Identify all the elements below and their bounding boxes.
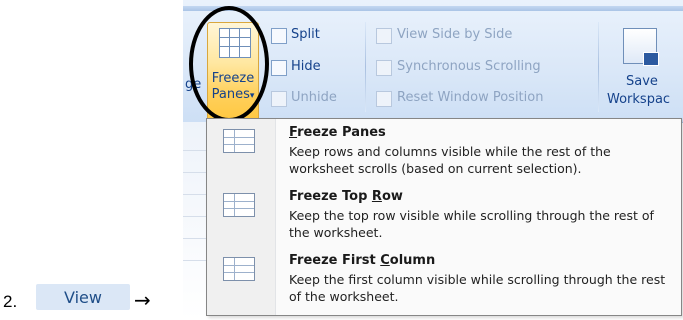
unhide-icon <box>271 91 287 107</box>
split-button[interactable]: Split <box>291 27 320 42</box>
unhide-button[interactable]: Unhide <box>291 90 337 105</box>
freeze-first-column-icon <box>223 257 255 281</box>
step-number: 2. <box>3 292 18 311</box>
menu-item-description: Keep rows and columns visible while the … <box>289 144 611 176</box>
hide-button[interactable]: Hide <box>291 59 321 74</box>
menu-item-title: Freeze Panes <box>289 125 386 140</box>
ribbon-top-border <box>183 6 683 11</box>
ribbon-separator <box>365 22 366 112</box>
menu-item-title: Freeze First Column <box>289 253 436 268</box>
menu-item-description: Keep the top row visible while scrolling… <box>289 208 654 240</box>
menu-item-title: Freeze Top Row <box>289 189 403 204</box>
split-icon <box>271 28 287 44</box>
save-workspace-label-line2[interactable]: Workspac <box>607 92 670 107</box>
reset-window-position-icon <box>376 91 392 107</box>
menu-item-freeze-top-row[interactable]: Freeze Top Row Keep the top row visible … <box>207 185 681 249</box>
worksheet-gridline <box>183 172 206 173</box>
worksheet-gridline <box>183 238 206 239</box>
menu-item-freeze-first-column[interactable]: Freeze First Column Keep the first colum… <box>207 249 681 313</box>
arrow-icon: → <box>134 288 151 312</box>
save-workspace-label-line1[interactable]: Save <box>626 74 658 89</box>
view-tab[interactable]: View <box>36 284 130 310</box>
view-side-by-side-icon <box>376 28 392 44</box>
worksheet-gridline <box>183 216 206 217</box>
annotation-circle <box>189 6 269 122</box>
worksheet-background <box>183 122 206 320</box>
save-workspace-icon <box>623 28 659 66</box>
view-side-by-side-button[interactable]: View Side by Side <box>397 27 512 42</box>
ribbon-separator <box>598 22 599 112</box>
worksheet-gridline <box>183 150 206 151</box>
freeze-panes-menu: Freeze Panes Keep rows and columns visib… <box>206 118 682 316</box>
freeze-top-row-icon <box>223 193 255 217</box>
worksheet-gridline <box>183 260 206 261</box>
hide-icon <box>271 60 287 76</box>
menu-item-description: Keep the first column visible while scro… <box>289 272 666 304</box>
synchronous-scrolling-button[interactable]: Synchronous Scrolling <box>397 59 541 74</box>
synchronous-scrolling-icon <box>376 60 392 76</box>
freeze-panes-icon <box>223 129 255 153</box>
reset-window-position-button[interactable]: Reset Window Position <box>397 90 543 105</box>
menu-item-freeze-panes[interactable]: Freeze Panes Keep rows and columns visib… <box>207 121 681 185</box>
worksheet-gridline <box>183 194 206 195</box>
